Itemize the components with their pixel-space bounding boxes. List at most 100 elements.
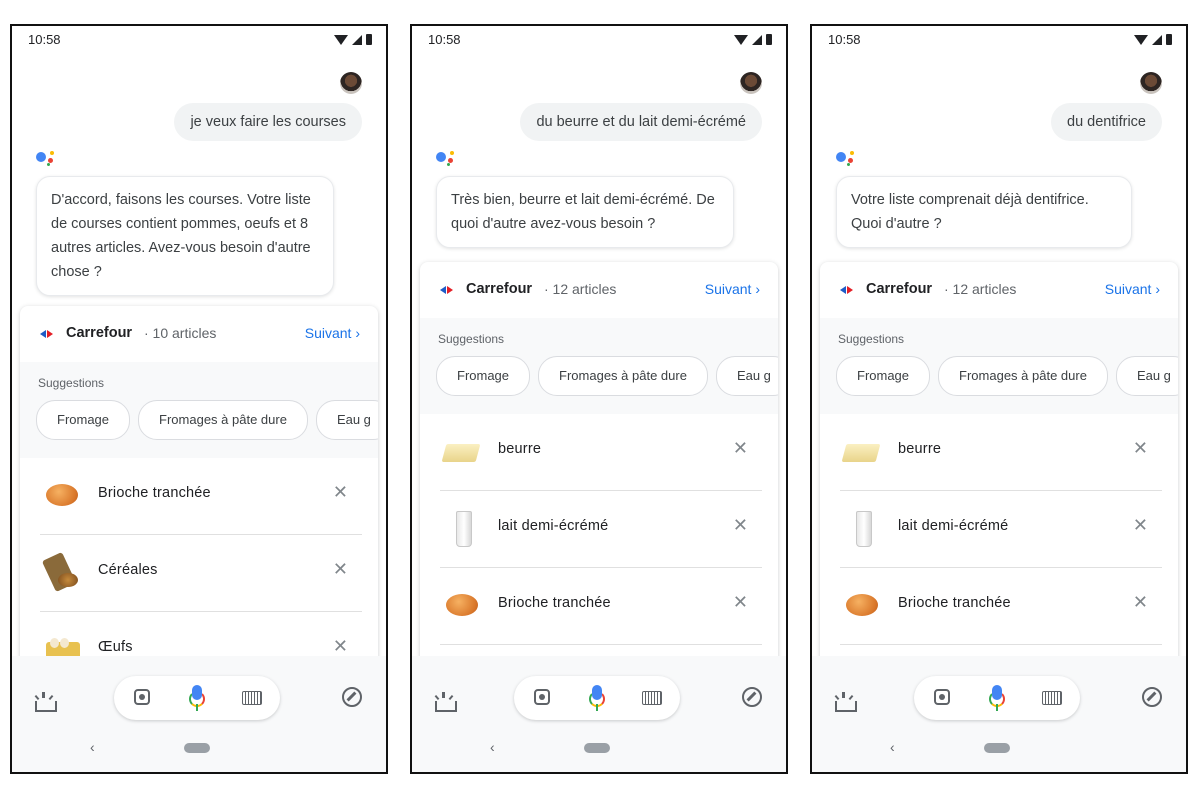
next-label: Suivant (704, 281, 752, 297)
battery-icon (766, 34, 772, 45)
suggestion-chip[interactable]: Eau g (1115, 356, 1178, 396)
suggestion-chip[interactable]: Fromage (836, 356, 931, 396)
list-item[interactable]: beurre ✕ (440, 414, 762, 491)
snapshot-icon[interactable] (834, 692, 857, 712)
home-pill[interactable] (584, 743, 610, 753)
input-pill (514, 676, 680, 720)
remove-icon[interactable]: ✕ (333, 636, 348, 657)
assistant-logo-icon (36, 150, 62, 166)
suggestion-chip[interactable]: Fromage (436, 356, 531, 396)
remove-icon[interactable]: ✕ (733, 515, 748, 536)
status-bar: 10:58 (828, 32, 1172, 48)
shopping-list-card: Carrefour · 12 articles Suivant › Sugges… (820, 262, 1178, 680)
remove-icon[interactable]: ✕ (1133, 515, 1148, 536)
list-item[interactable]: Brioche tranchée ✕ (840, 568, 1162, 645)
item-label: beurre (498, 441, 542, 457)
input-pill (114, 676, 280, 720)
list-item[interactable]: Brioche tranchée ✕ (440, 568, 762, 645)
suggestions-section: Suggestions Fromage Fromages à pâte dure… (820, 318, 1178, 414)
mic-icon[interactable] (189, 685, 205, 711)
snapshot-icon[interactable] (434, 692, 457, 712)
signal-icon (352, 34, 362, 45)
remove-icon[interactable]: ✕ (1133, 592, 1148, 613)
remove-icon[interactable]: ✕ (1133, 438, 1148, 459)
assistant-logo-icon (836, 150, 862, 166)
explore-compass-icon[interactable] (742, 687, 762, 707)
assistant-message: Très bien, beurre et lait demi-écrémé. D… (436, 176, 734, 248)
carrefour-logo-icon (40, 328, 54, 340)
suggestions-title: Suggestions (438, 332, 505, 346)
next-label: Suivant (1104, 281, 1152, 297)
lens-icon[interactable] (934, 689, 950, 705)
suggestions-section: Suggestions Fromage Fromages à pâte dure… (20, 362, 378, 458)
milk-image (844, 511, 880, 547)
suggestion-chip[interactable]: Eau g (315, 400, 378, 440)
butter-image (841, 434, 881, 468)
lens-icon[interactable] (534, 689, 550, 705)
milk-image (444, 511, 480, 547)
list-item[interactable]: Céréales ✕ (40, 535, 362, 612)
brioche-image (44, 478, 80, 512)
user-avatar (740, 72, 762, 94)
item-label: lait demi-écrémé (898, 518, 1009, 534)
status-bar: 10:58 (28, 32, 372, 48)
chevron-right-icon: › (755, 281, 760, 297)
battery-icon (366, 34, 372, 45)
snapshot-icon[interactable] (34, 692, 57, 712)
status-time: 10:58 (28, 32, 61, 47)
list-item[interactable]: lait demi-écrémé ✕ (440, 491, 762, 568)
keyboard-icon[interactable] (1042, 691, 1062, 705)
mic-icon[interactable] (989, 685, 1005, 711)
next-button[interactable]: Suivant › (705, 281, 760, 297)
home-pill[interactable] (984, 743, 1010, 753)
item-label: Œufs (98, 639, 133, 655)
list-item[interactable]: Brioche tranchée ✕ (40, 458, 362, 535)
user-message: je veux faire les courses (174, 103, 362, 141)
user-message: du dentifrice (1051, 103, 1162, 141)
keyboard-icon[interactable] (642, 691, 662, 705)
card-header: Carrefour · 12 articles Suivant › (820, 262, 1178, 318)
lens-icon[interactable] (134, 689, 150, 705)
assistant-bottom-bar: ‹ (12, 656, 386, 772)
remove-icon[interactable]: ✕ (733, 438, 748, 459)
remove-icon[interactable]: ✕ (333, 559, 348, 580)
assistant-message: Votre liste comprenait déjà dentifrice. … (836, 176, 1132, 248)
suggestion-chip[interactable]: Fromages à pâte dure (538, 356, 708, 396)
remove-icon[interactable]: ✕ (333, 482, 348, 503)
shopping-list-card: Carrefour · 12 articles Suivant › Sugges… (420, 262, 778, 680)
assistant-message: D'accord, faisons les courses. Votre lis… (36, 176, 334, 296)
chevron-right-icon: › (355, 325, 360, 341)
phone-screen-3: 10:58 du dentifrice Votre liste comprena… (810, 24, 1188, 774)
wifi-icon (734, 34, 748, 45)
back-icon[interactable]: ‹ (490, 739, 495, 755)
user-avatar (1140, 72, 1162, 94)
next-button[interactable]: Suivant › (1105, 281, 1160, 297)
carrefour-logo-icon (840, 284, 854, 296)
list-item[interactable]: lait demi-écrémé ✕ (840, 491, 1162, 568)
suggestion-chip[interactable]: Eau g (715, 356, 778, 396)
suggestions-title: Suggestions (838, 332, 905, 346)
cereal-image (41, 551, 80, 593)
status-time: 10:58 (428, 32, 461, 47)
battery-icon (1166, 34, 1172, 45)
explore-compass-icon[interactable] (342, 687, 362, 707)
home-pill[interactable] (184, 743, 210, 753)
suggestion-chip[interactable]: Fromages à pâte dure (938, 356, 1108, 396)
list-item[interactable]: beurre ✕ (840, 414, 1162, 491)
remove-icon[interactable]: ✕ (733, 592, 748, 613)
next-button[interactable]: Suivant › (305, 325, 360, 341)
signal-icon (752, 34, 762, 45)
card-header: Carrefour · 12 articles Suivant › (420, 262, 778, 318)
suggestion-chip[interactable]: Fromage (36, 400, 131, 440)
chevron-right-icon: › (1155, 281, 1160, 297)
back-icon[interactable]: ‹ (890, 739, 895, 755)
mic-icon[interactable] (589, 685, 605, 711)
back-icon[interactable]: ‹ (90, 739, 95, 755)
item-label: lait demi-écrémé (498, 518, 609, 534)
suggestion-chip[interactable]: Fromages à pâte dure (138, 400, 308, 440)
store-name: Carrefour (66, 325, 133, 341)
status-bar: 10:58 (428, 32, 772, 48)
keyboard-icon[interactable] (242, 691, 262, 705)
explore-compass-icon[interactable] (1142, 687, 1162, 707)
item-label: beurre (898, 441, 942, 457)
